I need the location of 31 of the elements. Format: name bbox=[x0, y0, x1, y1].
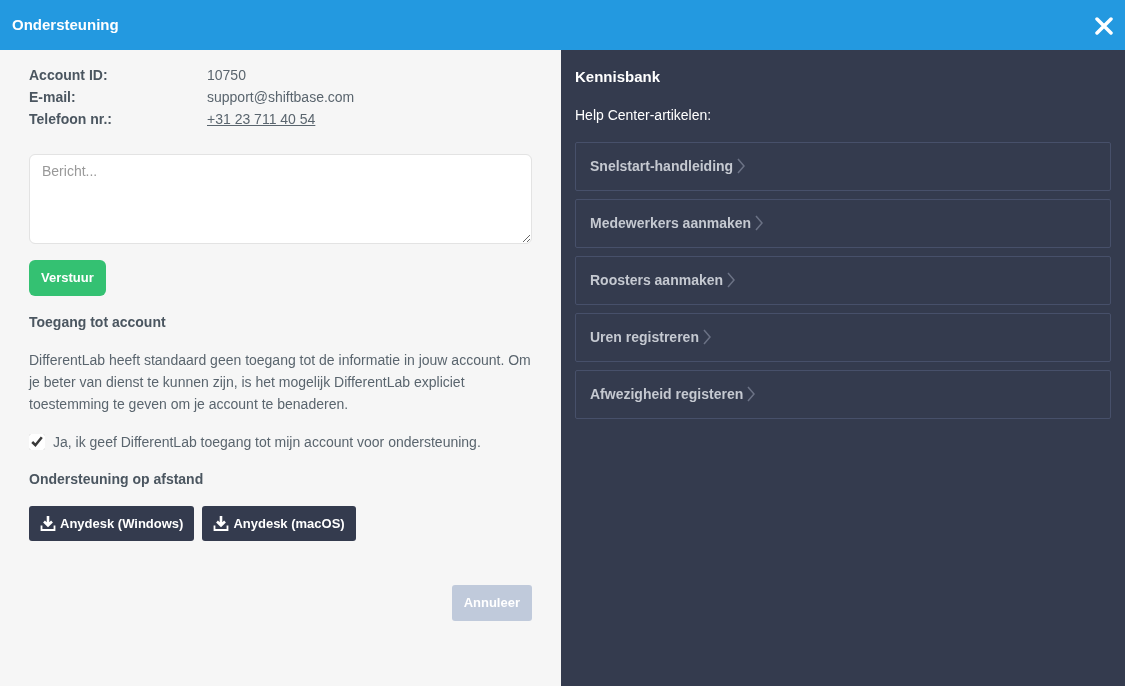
chevron-right-icon bbox=[747, 386, 756, 402]
section-heading: Ondersteuning op afstand bbox=[29, 469, 205, 489]
download-icon bbox=[213, 515, 230, 532]
article-link[interactable]: Snelstart-handleiding bbox=[575, 141, 1111, 191]
description-text: DifferentLab heeft standaard geen toegang tot de informatie in jouw account. Om je beter van dienst te kunnen zijn, is het mogelijk DifferentLab expliciet toestemming te geven om je account te benaderen. bbox=[29, 350, 532, 414]
field-label: Telefoon nr.: bbox=[29, 110, 113, 129]
download-button[interactable]: Anydesk (macOS) bbox=[202, 505, 356, 541]
field-value: support@shiftbase.com bbox=[207, 88, 355, 107]
phone-link[interactable]: +31 23 711 40 54 bbox=[207, 108, 316, 130]
chevron-right-icon bbox=[737, 158, 746, 174]
chevron-right-icon bbox=[702, 329, 711, 345]
article-link[interactable]: Afwezigheid registeren bbox=[575, 369, 1111, 419]
close-button[interactable] bbox=[1095, 14, 1113, 36]
consent-checkbox[interactable] bbox=[29, 433, 45, 450]
chevron-right-icon bbox=[727, 272, 736, 288]
field-label: E-mail: bbox=[29, 88, 77, 107]
section-heading: Toegang tot account bbox=[29, 312, 167, 332]
field-value: 10750 bbox=[207, 66, 246, 85]
field-label: Account ID: bbox=[29, 66, 109, 85]
close-icon bbox=[1095, 16, 1113, 35]
chevron-right-icon bbox=[755, 215, 764, 231]
download-icon bbox=[40, 515, 56, 532]
message-field[interactable]: Bericht... bbox=[29, 154, 532, 244]
download-button[interactable]: Anydesk (Windows) bbox=[29, 505, 195, 541]
section-title: Kennisbank bbox=[575, 67, 662, 87]
article-link[interactable]: Uren registreren bbox=[575, 312, 1111, 362]
article-link[interactable]: Roosters aanmaken bbox=[575, 255, 1111, 305]
dialog-title: Ondersteuning bbox=[12, 14, 119, 35]
section-subtitle: Help Center-artikelen: bbox=[575, 105, 713, 125]
article-link[interactable]: Medewerkers aanmaken bbox=[575, 198, 1111, 248]
consent-label: Ja, ik geef DifferentLab toegang tot mijn account voor ondersteuning. bbox=[53, 432, 481, 452]
